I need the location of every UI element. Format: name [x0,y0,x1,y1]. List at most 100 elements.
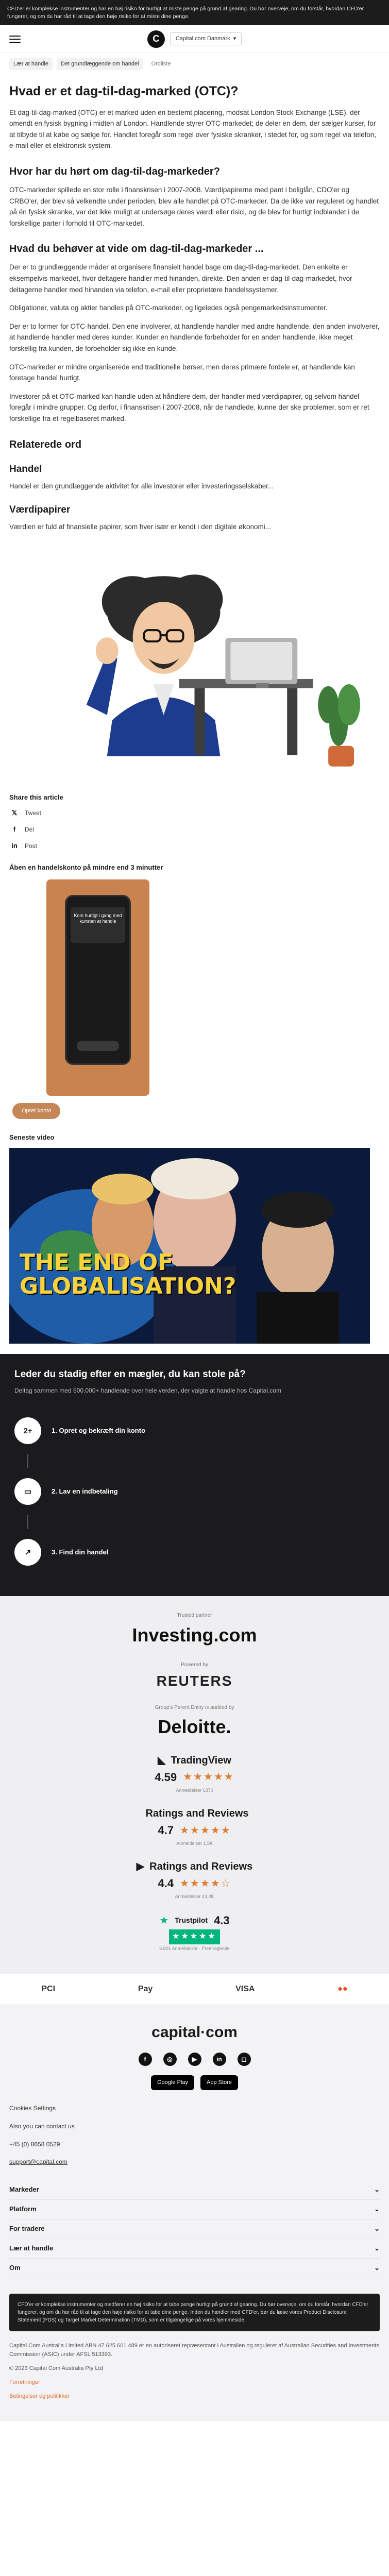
share-linkedin[interactable]: in Post [9,841,380,851]
paragraph: Der er to grundlæggende måder at organis… [9,263,352,294]
share-section: Share this article 𝕏 Tweet f Del in Post [9,792,380,851]
paragraph: Der er to former for OTC-handel. Den ene… [9,322,380,352]
footer-nav-item[interactable]: For tradere ⌄ [9,2219,380,2239]
tradingview-rating[interactable]: ◣ TradingView 4.59 ★★★★★ Anmeldelser 637… [0,1753,389,1794]
google-play-button[interactable]: Google Play [151,2075,194,2091]
rating-value: 4.59 [155,1770,177,1784]
menu-icon[interactable] [9,35,21,43]
latest-video-title: Seneste video [9,1133,55,1141]
add-user-icon: 2+ [14,1417,41,1445]
breadcrumb-item[interactable]: Det grundlæggende om handel [56,58,143,71]
risk-text: CFD'er er komplekse instrumenter og medf… [18,2301,368,2323]
footer-links: Cookies Settings Also you can contact us… [0,2104,389,2166]
paragraph: OTC-markeder spillede en stor rolle i fi… [9,186,379,227]
share-twitter[interactable]: 𝕏 Tweet [9,808,380,818]
star-icons: ★★★★☆ [179,1877,231,1889]
logo[interactable]: C [147,30,165,48]
facebook-icon[interactable]: f [138,2053,152,2066]
breadcrumb-item[interactable]: Ordliste [147,58,175,70]
pci-logo: PCI [41,1984,56,1993]
app-stores: Google Play App Store [0,2075,389,2091]
create-account-button[interactable]: Opret konto [12,1103,61,1119]
share-label: Del [25,826,35,834]
footer-nav-item[interactable]: Markeder ⌄ [9,2180,380,2200]
rating-row: 4.4 ★★★★☆ [0,1875,389,1892]
partner-caption: Trusted partner [177,1613,212,1619]
related-item-text: Værdien er fuld af finansielle papirer, … [9,523,271,531]
trustpilot-rating[interactable]: ★ Trustpilot 4.3 ★★★★★ 6.801 Anmeldelser… [0,1912,389,1953]
risk-warning-top: CFD'er er komplekse instrumenter og har … [0,0,389,26]
apple-title: Ratings and Reviews [0,1806,389,1822]
phone-button [77,1040,119,1051]
share-label: Post [25,842,38,850]
share-facebook[interactable]: f Del [9,824,380,835]
instagram-icon[interactable]: ◎ [163,2053,177,2066]
paragraph: Investorer på et OTC-marked kan handle u… [9,392,369,422]
risk-warning-bottom: CFD'er er komplekse instrumenter og medf… [9,2293,380,2331]
chart-icon: ↗ [14,1539,41,1566]
tradingview-icon: ◣ [158,1754,166,1766]
language-select[interactable]: Capital.com Danmark ▾ [170,32,242,46]
step-label: 1. Opret og bekræft din konto [52,1427,146,1435]
phone-link[interactable]: +45 (0) 8658 0529 [9,2140,380,2149]
paragraph: Et dag-til-dag-marked (OTC) er et marked… [9,108,377,150]
phone-text: Kom hurtigt i gang med kunsten at handle [74,912,122,924]
partner-reuters[interactable]: Powered by REUTERS [0,1661,389,1692]
twitter-icon: 𝕏 [11,809,18,817]
contact-label: Also you can contact us [9,2123,75,2130]
rating-count: Anmeldelser 6370 [176,1788,213,1793]
other-social-icon[interactable]: ◻ [237,2053,251,2066]
video-thumbnail[interactable]: THE END OF GLOBALISATION? [9,1147,370,1344]
share-label: Tweet [25,809,42,817]
linkedin-icon: in [11,842,18,850]
article: Hvad er et dag-til-dag-marked (OTC)? Et … [0,75,389,1344]
legal-link[interactable]: Betingelser og politikker [9,2392,380,2401]
youtube-icon[interactable]: ▶ [188,2053,201,2066]
broker-section: Leder du stadig efter en mægler, du kan … [0,1353,389,1597]
footer-nav-item[interactable]: Lær at handle ⌄ [9,2239,380,2259]
star-icons: ★★★★★ [179,1824,231,1836]
google-title: ▶ Ratings and Reviews [0,1859,389,1875]
pay-logo: Pay [138,1984,153,1993]
mastercard-logo: ●● [337,1984,348,1993]
rating-row: ★★★★★ [0,1929,389,1944]
step-item[interactable]: 2+ 1. Opret og bekræft din konto [14,1408,375,1454]
payment-methods: PCI Pay VISA ●● [0,1974,389,2005]
step-item[interactable]: ▭ 2. Lav en indbetaling [14,1468,375,1515]
step-label: 2. Lav en indbetaling [52,1487,118,1496]
related-item-title[interactable]: Handel [9,462,380,477]
promo-title: Åben en handelskonto på mindre end 3 min… [9,863,163,872]
footer-nav-item[interactable]: Platform ⌄ [9,2200,380,2219]
section-heading: Hvor har du hørt om dag-til-dag-markeder… [9,166,220,178]
app-store-button[interactable]: App Store [200,2075,238,2091]
google-rating[interactable]: ▶ Ratings and Reviews 4.4 ★★★★☆ Anmeldel… [0,1859,389,1901]
footer-logo[interactable]: capital·com [0,2021,389,2045]
rating-value: 4.4 [158,1877,174,1890]
related-item-title[interactable]: Værdipapirer [9,502,380,517]
footer-nav-item[interactable]: Om ⌄ [9,2259,380,2278]
rating-count: Anmeldelser 1,5K [176,1841,213,1846]
partner-deloitte[interactable]: Group's Parent Entity is audited by Delo… [0,1704,389,1741]
cookies-settings-link[interactable]: Cookies Settings [9,2104,380,2113]
facebook-icon: f [13,825,16,834]
video-caption: THE END OF GLOBALISATION? [20,1249,236,1299]
email-link[interactable]: support@capital.com [9,2157,380,2167]
star-icons: ★★★★★ [183,1771,234,1783]
step-label: 3. Find din handel [52,1548,109,1556]
partners-section: Trusted partner Investing.com Powered by… [0,1596,389,1974]
apple-rating[interactable]: Ratings and Reviews 4.7 ★★★★★ Anmeldelse… [0,1806,389,1848]
breadcrumb-item[interactable]: Lær at handle [9,58,53,71]
rating-row: 4.7 ★★★★★ [0,1822,389,1839]
footer-nav-label: Lær at handle [9,2244,54,2252]
breadcrumb: Lær at handle Det grundlæggende om hande… [0,53,389,75]
video-image [9,1147,370,1344]
investing-logo: Investing.com [132,1624,257,1646]
partner-investing[interactable]: Trusted partner Investing.com [0,1612,389,1649]
linkedin-icon[interactable]: in [212,2053,226,2066]
step-item[interactable]: ↗ 3. Find din handel [14,1529,375,1575]
language-label: Capital.com Danmark [175,36,230,42]
paragraph: Obligationer, valuta og aktier handles p… [9,304,328,312]
legal-link[interactable]: Forretninger [9,2378,380,2387]
social-links: f ◎ ▶ in ◻ [0,2053,389,2066]
trader-illustration [86,574,361,767]
